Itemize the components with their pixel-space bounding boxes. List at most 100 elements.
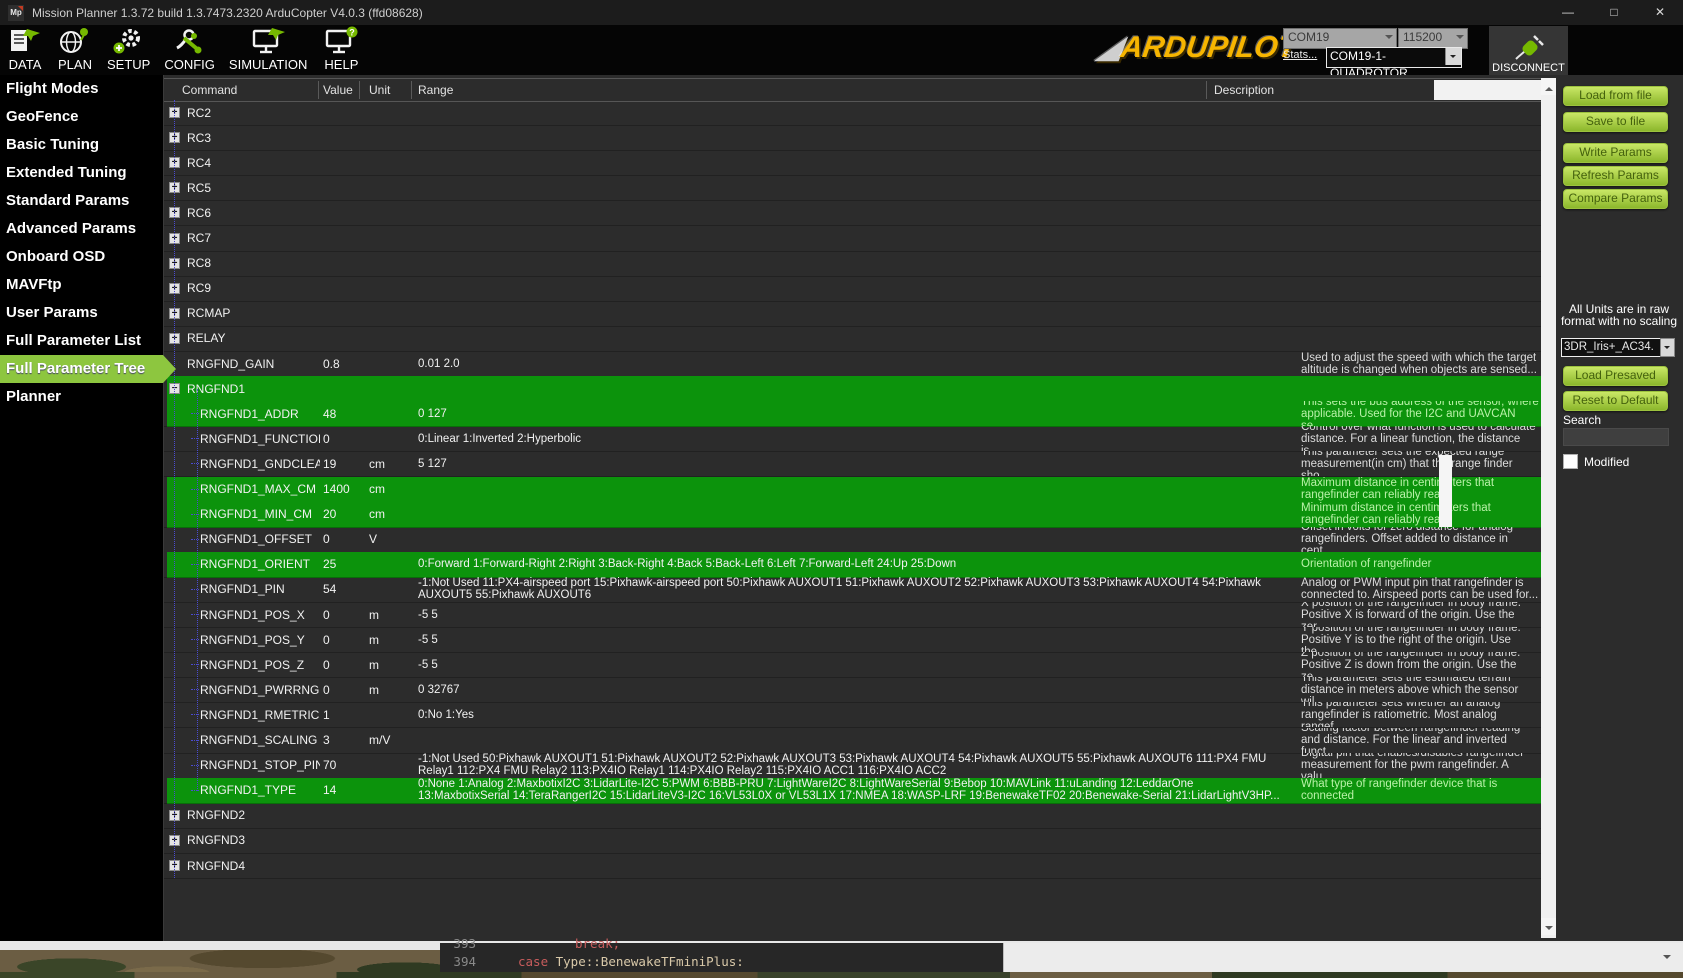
sidebar-item-planner[interactable]: Planner [0, 383, 163, 411]
toolbar-item-data[interactable]: DATA [0, 25, 50, 75]
expand-icon[interactable]: + [169, 157, 180, 168]
table-row[interactable]: RNGFND1_STOP_PIN70-1:Not Used 50:Pixhawk… [164, 753, 1541, 779]
table-row[interactable]: +RC5 [164, 175, 1541, 201]
stats-link[interactable]: Stats... [1283, 49, 1317, 61]
toolbar-item-setup[interactable]: SETUP [100, 25, 157, 75]
modified-checkbox[interactable] [1563, 454, 1578, 469]
window-controls: —□✕ [1545, 0, 1683, 25]
expand-icon[interactable]: + [169, 835, 180, 846]
sidebar-item-onboard-osd[interactable]: Onboard OSD [0, 243, 163, 271]
sidebar-item-full-parameter-list[interactable]: Full Parameter List [0, 327, 163, 355]
sidebar-item-user-params[interactable]: User Params [0, 299, 163, 327]
sidebar-item-flight-modes[interactable]: Flight Modes [0, 75, 163, 103]
table-row[interactable]: RNGFND1_MAX_CM1400cmMaximum distance in … [164, 477, 1541, 503]
param-unit: cm [369, 477, 413, 502]
table-row[interactable]: RNGFND1_PWRRNG0m0 32767This parameter se… [164, 677, 1541, 703]
column-header-value[interactable]: Value [323, 83, 353, 97]
expand-icon[interactable]: + [169, 810, 180, 821]
param-value: 0.8 [323, 351, 367, 376]
table-row[interactable]: RNGFND1_POS_Y0m-5 5Y position of the ran… [164, 627, 1541, 653]
table-row[interactable]: +RC4 [164, 150, 1541, 176]
chevron-down-icon[interactable] [1660, 338, 1675, 357]
table-row[interactable]: +RC3 [164, 125, 1541, 151]
scroll-up-button[interactable] [1541, 78, 1557, 95]
disconnect-button[interactable]: DISCONNECT [1489, 26, 1568, 77]
device-select[interactable]: COM19-1-QUADROTOR [1326, 47, 1462, 68]
table-row[interactable]: RNGFND1_ORIENT250:Forward 1:Forward-Righ… [164, 552, 1541, 578]
column-header-unit[interactable]: Unit [369, 83, 390, 97]
table-row[interactable]: RNGFND1_FUNCTION00:Linear 1:Inverted 2:H… [164, 426, 1541, 452]
preset-select[interactable]: 3DR_Iris+_AC34. [1561, 338, 1663, 357]
table-row[interactable]: +RNGFND3 [164, 828, 1541, 854]
expand-icon[interactable]: + [169, 283, 180, 294]
column-header-command[interactable]: Command [182, 83, 237, 97]
tree-scrollbar-thumb[interactable] [1439, 455, 1452, 527]
table-row[interactable]: RNGFND1_GNDCLEAR19cm5 127This parameter … [164, 451, 1541, 477]
table-row[interactable]: −RNGFND1 [164, 376, 1541, 402]
expand-icon[interactable]: + [169, 182, 180, 193]
reset-to-default-button[interactable]: Reset to Default [1563, 391, 1668, 411]
load-from-file-button[interactable]: Load from file [1563, 86, 1668, 106]
baud-rate-select[interactable]: 115200 [1398, 28, 1468, 49]
expand-icon[interactable]: + [169, 258, 180, 269]
column-header-description[interactable]: Description [1214, 83, 1274, 97]
table-row[interactable]: RNGFND1_TYPE140:None 1:Analog 2:Maxbotix… [164, 778, 1541, 804]
sidebar-item-geofence[interactable]: GeoFence [0, 103, 163, 131]
collapse-icon[interactable]: − [169, 383, 180, 394]
table-row[interactable]: RNGFND1_POS_Z0m-5 5Z position of the ran… [164, 652, 1541, 678]
chevron-down-icon[interactable] [1445, 48, 1461, 65]
column-header-range[interactable]: Range [418, 83, 453, 97]
toolbar-item-simulation[interactable]: SIMULATION [222, 25, 315, 75]
minimize-button[interactable]: — [1545, 0, 1591, 25]
expand-icon[interactable]: + [169, 333, 180, 344]
table-row[interactable]: RNGFND_GAIN0.80.01 2.0Used to adjust the… [164, 351, 1541, 377]
table-row[interactable]: +RC2 [164, 100, 1541, 126]
table-row[interactable]: +RELAY [164, 326, 1541, 352]
search-input[interactable] [1563, 428, 1669, 446]
table-row[interactable]: RNGFND1_MIN_CM20cmMinimum distance in ce… [164, 502, 1541, 528]
table-row[interactable]: +RC7 [164, 226, 1541, 252]
param-name: RNGFND1_POS_X [200, 602, 320, 627]
expand-icon[interactable]: + [169, 233, 180, 244]
expand-icon[interactable]: + [169, 107, 180, 118]
table-row[interactable]: RNGFND1_ADDR480 127This sets the bus add… [164, 401, 1541, 427]
expand-icon[interactable]: + [169, 207, 180, 218]
vertical-scrollbar[interactable] [1541, 78, 1557, 938]
refresh-params-button[interactable]: Refresh Params [1563, 166, 1668, 186]
table-row[interactable]: +RNGFND4 [164, 853, 1541, 879]
sidebar-item-basic-tuning[interactable]: Basic Tuning [0, 131, 163, 159]
expand-icon[interactable]: + [169, 132, 180, 143]
scroll-down-button[interactable] [1541, 918, 1557, 935]
setup-icon [111, 26, 147, 56]
table-row[interactable]: RNGFND1_POS_X0m-5 5X position of the ran… [164, 602, 1541, 628]
table-row[interactable]: +RNGFND2 [164, 803, 1541, 829]
sidebar-item-mavftp[interactable]: MAVFtp [0, 271, 163, 299]
table-row[interactable]: +RC8 [164, 251, 1541, 277]
write-params-button[interactable]: Write Params [1563, 143, 1668, 163]
close-button[interactable]: ✕ [1637, 0, 1683, 25]
toolbar-item-help[interactable]: ?HELP [314, 25, 368, 75]
save-to-file-button[interactable]: Save to file [1563, 112, 1668, 132]
table-row[interactable]: RNGFND1_SCALING3m/VScaling factor betwee… [164, 728, 1541, 754]
sidebar-item-extended-tuning[interactable]: Extended Tuning [0, 159, 163, 187]
table-row[interactable]: RNGFND1_RMETRIC10:No 1:YesThis parameter… [164, 702, 1541, 728]
sidebar-item-standard-params[interactable]: Standard Params [0, 187, 163, 215]
sidebar-item-advanced-params[interactable]: Advanced Params [0, 215, 163, 243]
column-divider [1206, 81, 1207, 99]
expand-icon[interactable]: + [169, 860, 180, 871]
load-presaved-button[interactable]: Load Presaved [1563, 366, 1668, 386]
table-row[interactable]: +RCMAP [164, 301, 1541, 327]
expand-icon[interactable]: + [169, 308, 180, 319]
table-row[interactable]: +RC6 [164, 200, 1541, 226]
toolbar-item-config[interactable]: CONFIG [157, 25, 222, 75]
toolbar-item-plan[interactable]: PLAN [50, 25, 100, 75]
modified-toggle[interactable]: Modified [1563, 454, 1629, 469]
com-port-select[interactable]: COM19 [1283, 28, 1397, 49]
table-row[interactable]: RNGFND1_PIN54-1:Not Used 11:PX4-airspeed… [164, 577, 1541, 603]
table-row[interactable]: RNGFND1_OFFSET0VOffset in volts for zero… [164, 527, 1541, 553]
sidebar-item-full-parameter-tree[interactable]: Full Parameter Tree [0, 355, 163, 383]
maximize-button[interactable]: □ [1591, 0, 1637, 25]
table-row[interactable]: +RC9 [164, 276, 1541, 302]
param-unit: cm [369, 451, 413, 476]
compare-params-button[interactable]: Compare Params [1563, 189, 1668, 209]
